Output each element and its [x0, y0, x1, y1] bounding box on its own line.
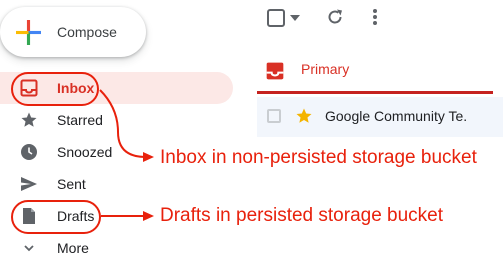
inbox-arrowhead — [143, 152, 154, 162]
inbox-arrow — [99, 89, 147, 158]
drafts-arrowhead — [143, 211, 154, 221]
inbox-annotation: Inbox in non-persisted storage bucket — [160, 147, 477, 168]
drafts-annotation: Drafts in persisted storage bucket — [160, 205, 444, 226]
